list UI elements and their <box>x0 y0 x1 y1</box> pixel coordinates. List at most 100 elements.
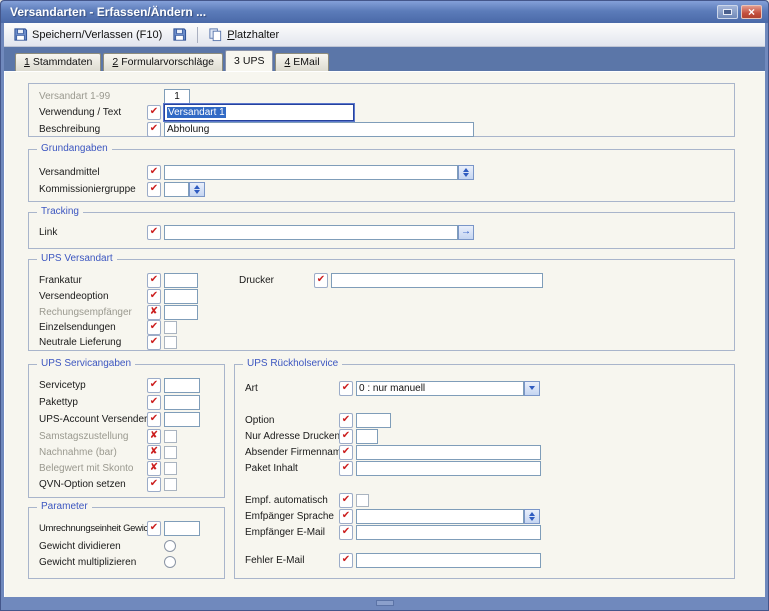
art-label: Art <box>245 382 258 394</box>
versandart-number-field[interactable]: 1 <box>164 88 190 104</box>
empfaenger-sprache-spinner-button[interactable] <box>524 508 540 524</box>
platzhalter-button[interactable]: Platzhalter <box>204 24 283 45</box>
frankatur-input[interactable] <box>164 272 198 288</box>
nur-adresse-confirm-check-icon[interactable]: ✔ <box>339 428 353 444</box>
einzelsendungen-confirm-check-icon[interactable]: ✔ <box>147 319 161 335</box>
spinner-down-icon <box>194 189 200 194</box>
fehler-email-label: Fehler E-Mail <box>245 554 305 566</box>
fehler-email-input[interactable] <box>356 552 541 568</box>
spinner-up-icon <box>529 511 535 516</box>
absender-firmenname-input[interactable] <box>356 444 541 460</box>
versendeoption-input[interactable] <box>164 288 198 304</box>
option-confirm-check-icon[interactable]: ✔ <box>339 412 353 428</box>
art-confirm-check-icon[interactable]: ✔ <box>339 380 353 396</box>
umrechnungseinheit-confirm-check-icon[interactable]: ✔ <box>147 520 161 536</box>
qvn-option-confirm-check-icon[interactable]: ✔ <box>147 476 161 492</box>
kommissioniergruppe-spinner-button[interactable] <box>189 181 205 197</box>
art-dropdown-button[interactable] <box>524 380 540 396</box>
belegwert-cross-icon[interactable]: ✘ <box>147 460 161 476</box>
link-confirm-check-icon[interactable]: ✔ <box>147 224 161 240</box>
einzelsendungen-label: Einzelsendungen <box>39 321 116 333</box>
samstagszustellung-cross-icon[interactable]: ✘ <box>147 428 161 444</box>
empfaenger-sprache-field[interactable] <box>356 508 524 524</box>
versandmittel-label: Versandmittel <box>39 166 100 178</box>
link-input[interactable] <box>164 224 458 240</box>
qvn-option-checkbox[interactable] <box>164 477 177 491</box>
parameter-title: Parameter <box>37 501 92 512</box>
kommissioniergruppe-combobox[interactable] <box>164 181 205 197</box>
empf-automatisch-confirm-check-icon[interactable]: ✔ <box>339 492 353 508</box>
versandmittel-combobox[interactable] <box>164 164 474 180</box>
option-input[interactable] <box>356 412 391 428</box>
pakettyp-input[interactable] <box>164 394 200 410</box>
empf-automatisch-checkbox[interactable] <box>356 493 369 507</box>
drucker-input[interactable] <box>331 272 543 288</box>
save-exit-button[interactable]: Speichern/Verlassen (F10) <box>9 24 166 45</box>
tab-stammdaten[interactable]: 1 Stammdaten <box>15 53 102 71</box>
beschreibung-input[interactable]: Abholung <box>164 121 474 137</box>
umrechnungseinheit-input[interactable] <box>164 520 200 536</box>
neutrale-lieferung-confirm-check-icon[interactable]: ✔ <box>147 334 161 350</box>
verwendung-confirm-check-icon[interactable]: ✔ <box>147 104 161 120</box>
neutrale-lieferung-checkbox[interactable] <box>164 335 177 349</box>
empfaenger-email-confirm-check-icon[interactable]: ✔ <box>339 524 353 540</box>
window-restore-button[interactable] <box>717 5 738 19</box>
link-open-button[interactable]: → <box>458 224 474 240</box>
rechnungsempfaenger-input[interactable] <box>164 304 198 320</box>
fehler-email-confirm-check-icon[interactable]: ✔ <box>339 552 353 568</box>
ups-rueckholservice-section: UPS Rückholservice Art ✔ 0 : nur manuell… <box>234 358 735 579</box>
tab-formularvorschlaege[interactable]: 2 Formularvorschläge <box>103 53 224 71</box>
belegwert-label: Belegwert mit Skonto <box>39 462 134 474</box>
drucker-label: Drucker <box>239 274 275 286</box>
window-resize-grip[interactable] <box>375 600 394 606</box>
samstagszustellung-label: Samstagszustellung <box>39 430 129 442</box>
art-dropdown[interactable]: 0 : nur manuell <box>356 380 540 396</box>
servicetyp-input[interactable] <box>164 377 200 393</box>
frankatur-confirm-check-icon[interactable]: ✔ <box>147 272 161 288</box>
tab-ups[interactable]: 3 UPS <box>225 50 274 71</box>
beschreibung-confirm-check-icon[interactable]: ✔ <box>147 121 161 137</box>
samstagszustellung-checkbox[interactable] <box>164 429 177 443</box>
versendeoption-label: Versendeoption <box>39 290 109 302</box>
kommissioniergruppe-field[interactable] <box>164 181 189 197</box>
versandmittel-confirm-check-icon[interactable]: ✔ <box>147 164 161 180</box>
umrechnungseinheit-label: Umrechnungseinheit Gewicht <box>39 522 156 534</box>
nachnahme-cross-icon[interactable]: ✘ <box>147 444 161 460</box>
paket-inhalt-input[interactable] <box>356 460 541 476</box>
rechnungsempfaenger-cross-icon[interactable]: ✘ <box>147 304 161 320</box>
drucker-confirm-check-icon[interactable]: ✔ <box>314 272 328 288</box>
empfaenger-sprache-combobox[interactable] <box>356 508 540 524</box>
servicetyp-confirm-check-icon[interactable]: ✔ <box>147 377 161 393</box>
nachnahme-checkbox[interactable] <box>164 445 177 459</box>
tab-email[interactable]: 4 EMail <box>275 53 329 71</box>
rechnungsempfaenger-label: Rechungsempfänger <box>39 306 132 318</box>
ups-servicangaben-title: UPS Servicangaben <box>37 358 136 369</box>
ups-account-confirm-check-icon[interactable]: ✔ <box>147 411 161 427</box>
save-button[interactable] <box>168 24 191 45</box>
versandmittel-spinner-button[interactable] <box>458 164 474 180</box>
empfaenger-email-input[interactable] <box>356 524 541 540</box>
belegwert-checkbox[interactable] <box>164 461 177 475</box>
empfaenger-sprache-confirm-check-icon[interactable]: ✔ <box>339 508 353 524</box>
paket-inhalt-label: Paket Inhalt <box>245 462 298 474</box>
kommissioniergruppe-confirm-check-icon[interactable]: ✔ <box>147 181 161 197</box>
verwendung-label: Verwendung / Text <box>39 106 122 118</box>
einzelsendungen-checkbox[interactable] <box>164 320 177 334</box>
ups-servicangaben-section: UPS Servicangaben Servicetyp ✔ Pakettyp … <box>28 358 225 498</box>
versendeoption-confirm-check-icon[interactable]: ✔ <box>147 288 161 304</box>
versandmittel-field[interactable] <box>164 164 458 180</box>
window-close-button[interactable]: × <box>741 5 762 19</box>
paket-inhalt-confirm-check-icon[interactable]: ✔ <box>339 460 353 476</box>
pakettyp-confirm-check-icon[interactable]: ✔ <box>147 394 161 410</box>
gewicht-multiplizieren-radio[interactable] <box>164 556 176 568</box>
grundangaben-title: Grundangaben <box>37 143 112 154</box>
tracking-title: Tracking <box>37 206 83 217</box>
title-bar[interactable]: Versandarten - Erfassen/Ändern ... × <box>1 1 768 23</box>
absender-confirm-check-icon[interactable]: ✔ <box>339 444 353 460</box>
nur-adresse-input[interactable] <box>356 428 378 444</box>
ups-account-input[interactable] <box>164 411 200 427</box>
verwendung-input[interactable]: Versandart 1 <box>164 103 354 121</box>
window-title: Versandarten - Erfassen/Ändern ... <box>10 5 207 19</box>
link-label: Link <box>39 226 58 238</box>
gewicht-dividieren-radio[interactable] <box>164 540 176 552</box>
